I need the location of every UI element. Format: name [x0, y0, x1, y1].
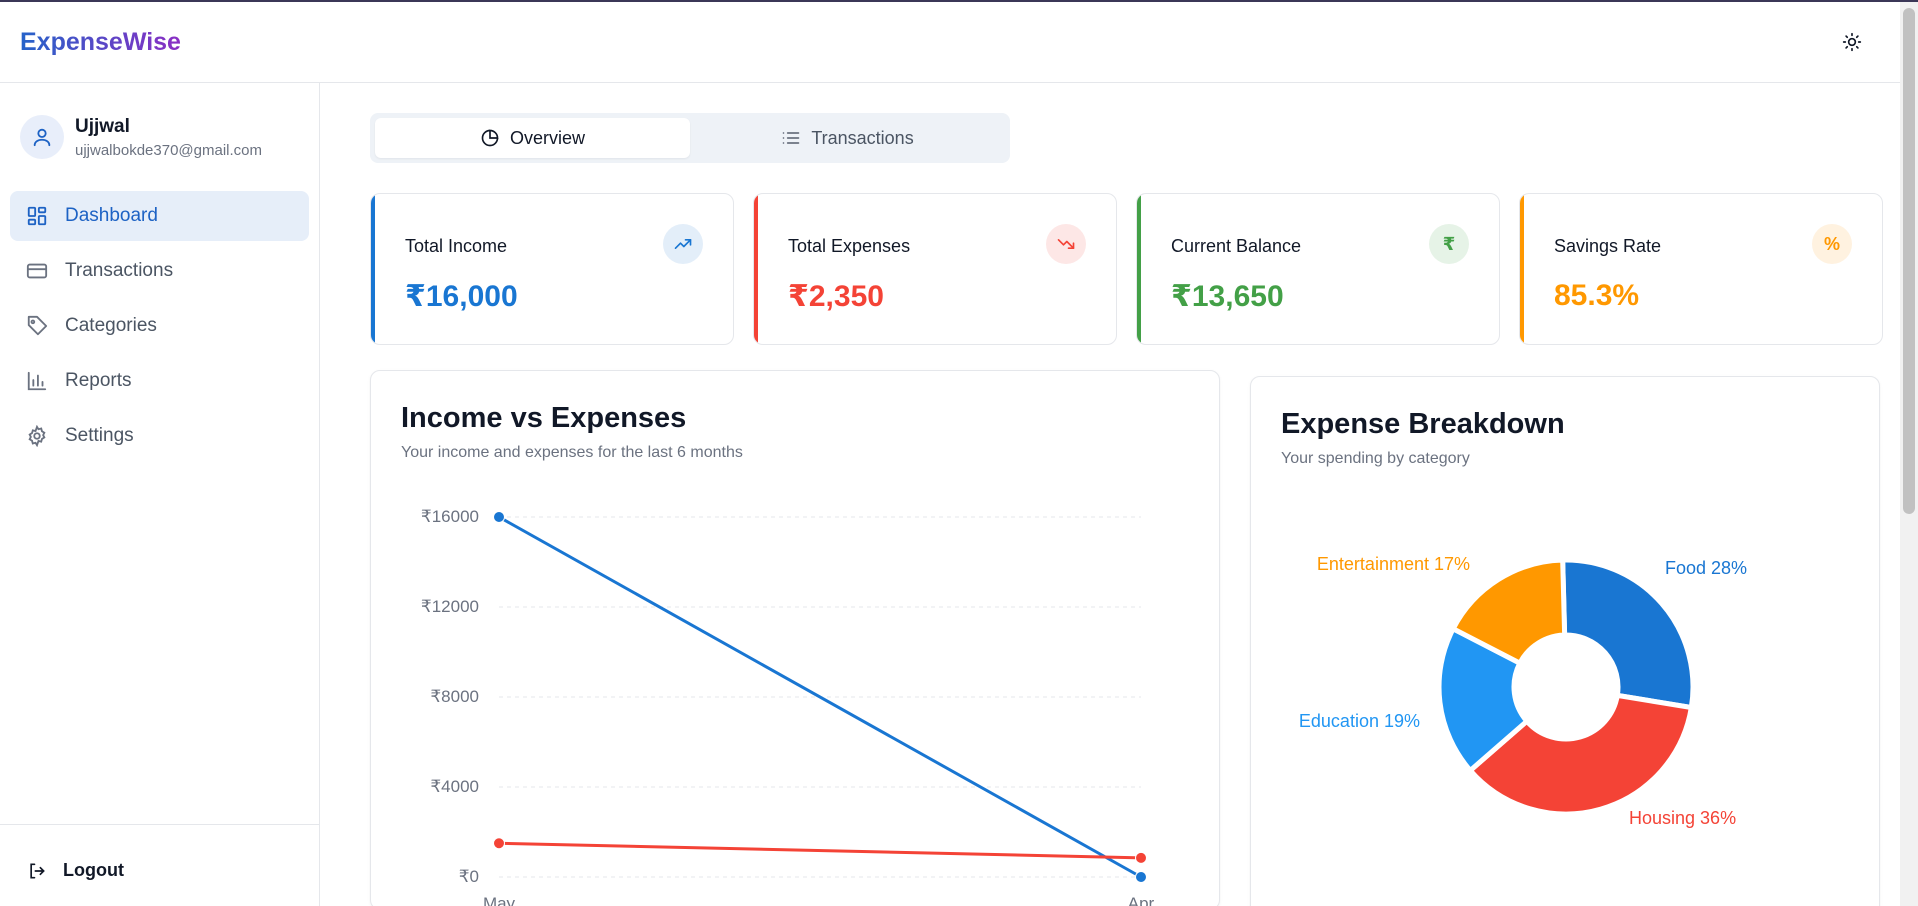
- logout-button[interactable]: Logout: [27, 860, 124, 881]
- scrollbar-thumb[interactable]: [1903, 8, 1915, 514]
- card-value: 85.3%: [1554, 279, 1640, 312]
- logout-icon: [30, 863, 45, 878]
- user-email: ujjwalbokde370@gmail.com: [75, 141, 262, 159]
- list-icon: [782, 132, 800, 144]
- tab-transactions[interactable]: Transactions: [690, 118, 1005, 158]
- series-line: [498, 841, 1142, 860]
- current-balance-card: Current Balance ₹13,650 ₹: [1136, 193, 1500, 345]
- y-tick-label: ₹12000: [421, 597, 479, 616]
- gear-icon: [28, 425, 46, 447]
- card-label: Total Expenses: [788, 236, 911, 256]
- total-income-card: Total Income ₹16,000: [370, 193, 734, 345]
- card-label: Total Income: [405, 236, 508, 256]
- x-tick-label: Apr: [1128, 894, 1155, 906]
- expense-breakdown-donut-chart: Food 28% Housing 36% Education 19% Entertai…: [1299, 554, 1747, 828]
- card-value: ₹16,000: [405, 280, 518, 313]
- page-scrollbar[interactable]: [1900, 2, 1918, 906]
- y-tick-label: ₹16000: [421, 507, 479, 526]
- income-expense-line-chart: ₹0 ₹4000 ₹8000 ₹12000 ₹16000 May Apr: [421, 507, 1155, 906]
- user-icon: [33, 128, 51, 147]
- data-point: [1135, 851, 1147, 864]
- savings-rate-card: Savings Rate 85.3% %: [1519, 193, 1883, 345]
- y-tick-label: ₹4000: [430, 777, 479, 796]
- dashboard-icon: [27, 206, 47, 226]
- sidebar-item-categories[interactable]: Categories: [10, 301, 309, 351]
- slice-label: Education 19%: [1299, 711, 1420, 731]
- total-expenses-card: Total Expenses ₹2,350: [753, 193, 1117, 345]
- sidebar: Ujjwal ujjwalbokde370@gmail.com Dashboar…: [0, 83, 320, 906]
- sidebar-item-label: Settings: [65, 425, 134, 446]
- income-vs-expenses-panel: Income vs Expenses Your income and expen…: [370, 370, 1220, 906]
- avatar: [20, 115, 64, 159]
- card-label: Current Balance: [1171, 236, 1302, 256]
- tab-label: Overview: [509, 127, 585, 148]
- sidebar-item-dashboard[interactable]: Dashboard: [10, 191, 309, 241]
- sidebar-item-label: Transactions: [65, 260, 174, 281]
- sidebar-item-label: Reports: [65, 370, 132, 391]
- card-accent-bar: [371, 194, 375, 344]
- sidebar-item-settings[interactable]: Settings: [10, 411, 309, 461]
- logout-label: Logout: [63, 860, 124, 880]
- tab-label: Transactions: [811, 127, 914, 148]
- app-header: ExpenseWise: [0, 2, 1900, 83]
- card-value: ₹13,650: [1171, 280, 1284, 313]
- app-logo[interactable]: ExpenseWise: [20, 28, 181, 57]
- card-accent-bar: [1520, 194, 1524, 344]
- sidebar-item-reports[interactable]: Reports: [10, 356, 309, 406]
- sidebar-item-label: Dashboard: [65, 205, 158, 226]
- sidebar-item-label: Categories: [65, 315, 157, 336]
- y-tick-label: ₹8000: [430, 687, 479, 706]
- sun-icon: [1842, 32, 1862, 52]
- rupee-icon: ₹: [1429, 224, 1469, 264]
- view-tabs: Overview Transactions: [370, 113, 1010, 163]
- data-point: [493, 837, 505, 850]
- card-label: Savings Rate: [1554, 236, 1662, 256]
- card-value: ₹2,350: [788, 280, 884, 313]
- x-tick-label: May: [483, 894, 516, 906]
- tab-overview[interactable]: Overview: [375, 118, 690, 158]
- y-tick-label: ₹0: [459, 867, 479, 886]
- trending-up-icon: [674, 239, 692, 249]
- card-icon-badge: [1046, 224, 1086, 264]
- donut-slice-food: [1560, 557, 1696, 711]
- pie-chart-icon: [481, 129, 499, 147]
- expense-breakdown-panel: Expense Breakdown Your spending by categ…: [1250, 376, 1880, 906]
- theme-toggle-button[interactable]: [1840, 30, 1864, 54]
- percent-icon: %: [1812, 224, 1852, 264]
- slice-label: Housing 36%: [1629, 808, 1736, 828]
- sidebar-footer: Logout: [0, 824, 320, 906]
- bar-chart-icon: [27, 371, 47, 391]
- card-accent-bar: [754, 194, 758, 344]
- data-point: [493, 511, 505, 523]
- data-point: [1135, 871, 1147, 883]
- trending-down-icon: [1057, 239, 1075, 249]
- tag-icon: [27, 315, 48, 336]
- slice-label: Entertainment 17%: [1317, 554, 1470, 574]
- credit-card-icon: [26, 263, 48, 279]
- card-accent-bar: [1137, 194, 1141, 344]
- card-icon-badge: [663, 224, 703, 264]
- user-name: Ujjwal: [75, 115, 130, 137]
- slice-label: Food 28%: [1665, 558, 1747, 578]
- sidebar-nav: Dashboard Transactions Categories Report…: [10, 191, 309, 466]
- user-profile: Ujjwal ujjwalbokde370@gmail.com: [20, 115, 262, 159]
- sidebar-item-transactions[interactable]: Transactions: [10, 246, 309, 296]
